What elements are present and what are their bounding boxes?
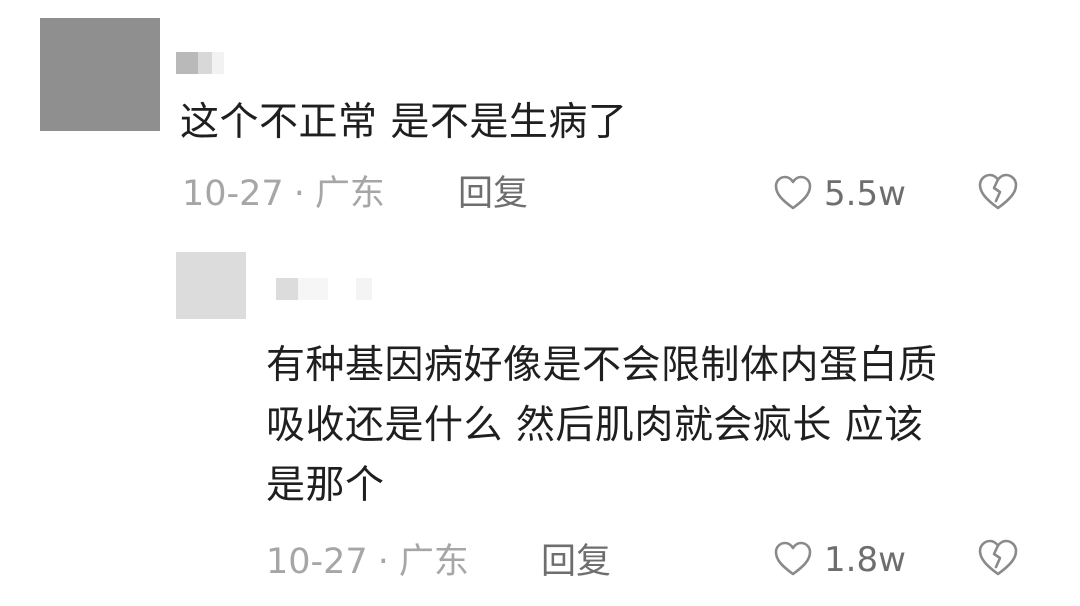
- comment-meta: 10-27 · 广东: [182, 174, 385, 214]
- redaction-block: [276, 278, 298, 300]
- redaction-block: [198, 52, 212, 74]
- comment-date: 10-27: [266, 542, 368, 582]
- redaction-block: [176, 52, 198, 74]
- comment-text-line: 吸收还是什么 然后肌肉就会疯长 应该: [266, 403, 924, 448]
- redaction-block: [212, 52, 224, 74]
- comment-meta: 10-27 · 广东: [266, 542, 469, 582]
- broken-heart-icon[interactable]: [978, 173, 1018, 211]
- comment-text-line: 是那个: [266, 463, 385, 508]
- broken-heart-icon[interactable]: [978, 539, 1018, 577]
- reply-button[interactable]: 回复: [541, 542, 611, 582]
- heart-outline-icon[interactable]: [774, 541, 812, 577]
- redaction-block: [298, 278, 328, 300]
- comment-location: 广东: [314, 174, 385, 214]
- comment-text: 有种基因病好像是不会限制体内蛋白质 吸收还是什么 然后肌肉就会疯长 应该 是那个: [266, 336, 1036, 516]
- avatar[interactable]: [40, 18, 160, 131]
- comment-text: 这个不正常 是不是生病了: [180, 100, 628, 145]
- heart-outline-icon[interactable]: [774, 175, 812, 211]
- comment-text-line: 有种基因病好像是不会限制体内蛋白质: [266, 343, 938, 388]
- username-redacted[interactable]: [276, 278, 376, 300]
- avatar[interactable]: [176, 252, 246, 319]
- comment-date: 10-27: [182, 174, 284, 214]
- like-count: 1.8w: [824, 540, 906, 580]
- meta-separator: ·: [377, 542, 389, 582]
- redaction-block: [356, 278, 372, 300]
- comment-location: 广东: [398, 542, 469, 582]
- like-count: 5.5w: [824, 174, 906, 214]
- username-redacted[interactable]: [176, 52, 236, 74]
- reply-button[interactable]: 回复: [458, 174, 528, 214]
- meta-separator: ·: [293, 174, 305, 214]
